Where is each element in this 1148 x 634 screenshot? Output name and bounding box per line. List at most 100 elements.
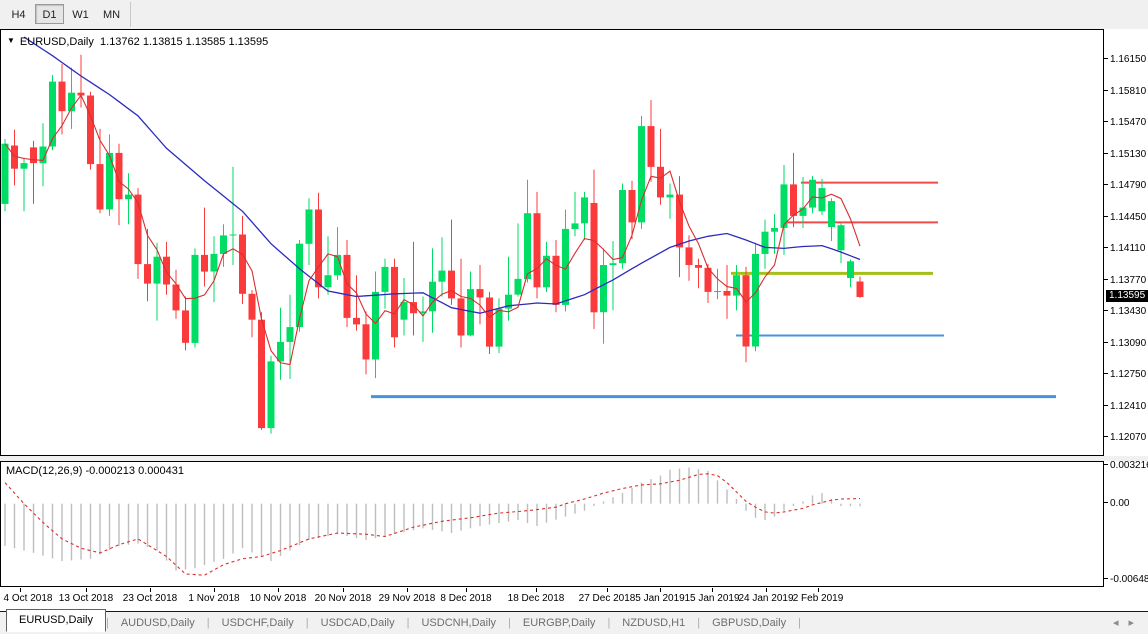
candle xyxy=(353,318,360,325)
timeframe-button-d1[interactable]: D1 xyxy=(35,4,64,24)
price-axis-label: 1.15130 xyxy=(1104,149,1146,160)
date-tick xyxy=(86,588,87,592)
date-tick xyxy=(214,588,215,592)
chart-title: ▼EURUSD,Daily 1.13762 1.13815 1.13585 1.… xyxy=(7,36,268,48)
symbol-dropdown-icon[interactable]: ▼ xyxy=(7,36,15,45)
candle xyxy=(154,257,161,284)
timeframe-toolbar: H4D1W1MN xyxy=(0,0,1148,30)
candle xyxy=(857,282,864,298)
candle xyxy=(182,310,189,342)
candle xyxy=(477,289,484,297)
candle xyxy=(144,264,151,284)
candle xyxy=(439,271,446,282)
candle xyxy=(724,291,731,296)
date-tick xyxy=(466,588,467,592)
candle xyxy=(496,309,503,347)
candle xyxy=(657,167,664,198)
candle xyxy=(249,294,256,320)
chart-tab-usdcnh[interactable]: USDCNH,Daily xyxy=(409,614,508,633)
current-price-tag: 1.13595 xyxy=(1106,290,1148,302)
date-tick xyxy=(766,588,767,592)
terminal-window: H4D1W1MN ▼EURUSD,Daily 1.13762 1.13815 1… xyxy=(0,0,1148,634)
candle xyxy=(610,263,617,265)
chart-tab-nzdusd[interactable]: NZDUSD,H1 xyxy=(610,614,697,633)
candle xyxy=(667,195,674,198)
candle xyxy=(220,235,227,254)
chart-tab-audusd[interactable]: AUDUSD,Daily xyxy=(109,614,207,633)
candle xyxy=(277,342,284,362)
date-tick xyxy=(150,588,151,592)
macd-canvas[interactable] xyxy=(1,462,1103,586)
price-chart-canvas[interactable] xyxy=(1,30,1103,455)
price-axis-label: 1.13430 xyxy=(1104,306,1146,317)
candlestick-series xyxy=(2,55,864,434)
price-axis-label: 1.13090 xyxy=(1104,338,1146,349)
macd-panel[interactable]: MACD(12,26,9) -0.000213 0.000431 xyxy=(0,461,1104,587)
price-axis-label: 1.12410 xyxy=(1104,401,1146,412)
date-axis-label: 29 Nov 2018 xyxy=(379,593,436,604)
timeframe-button-w1[interactable]: W1 xyxy=(66,4,95,24)
candle xyxy=(838,225,845,250)
candle xyxy=(296,244,303,327)
date-axis[interactable]: 4 Oct 201813 Oct 201823 Oct 20181 Nov 20… xyxy=(0,588,1148,611)
candle xyxy=(49,82,56,147)
candle xyxy=(315,210,322,288)
tab-scroll-left-icon[interactable]: ◂ xyxy=(1113,617,1129,629)
candle xyxy=(97,164,104,209)
date-tick xyxy=(278,588,279,592)
timeframe-button-h4[interactable]: H4 xyxy=(4,4,33,24)
tab-separator: | xyxy=(798,617,801,629)
candle xyxy=(448,271,455,299)
date-axis-label: 20 Nov 2018 xyxy=(315,593,372,604)
candle xyxy=(524,213,531,279)
candle xyxy=(809,180,816,208)
candle xyxy=(325,275,332,287)
candle xyxy=(790,184,797,216)
macd-label: MACD(12,26,9) -0.000213 0.000431 xyxy=(6,465,184,477)
candle xyxy=(819,188,826,211)
chart-tab-gbpusd[interactable]: GBPUSD,Daily xyxy=(700,614,798,633)
chart-tab-usdcad[interactable]: USDCAD,Daily xyxy=(309,614,407,633)
candle xyxy=(686,247,693,265)
date-axis-label: 18 Dec 2018 xyxy=(508,593,565,604)
candle xyxy=(268,361,275,428)
date-axis-label: 10 Nov 2018 xyxy=(250,593,307,604)
price-axis[interactable]: 1.161501.158101.154701.151301.147901.144… xyxy=(1104,29,1148,456)
candle xyxy=(30,147,37,163)
candle xyxy=(372,292,379,360)
date-tick xyxy=(660,588,661,592)
candle xyxy=(382,267,389,292)
price-axis-label: 1.14450 xyxy=(1104,212,1146,223)
candle xyxy=(600,265,607,312)
chart-tab-eurusd[interactable]: EURUSD,Daily xyxy=(6,609,106,632)
date-axis-label: 1 Nov 2018 xyxy=(188,593,239,604)
candle xyxy=(629,190,636,222)
price-chart-panel[interactable]: ▼EURUSD,Daily 1.13762 1.13815 1.13585 1.… xyxy=(0,29,1104,456)
chart-tab-eurgbp[interactable]: EURGBP,Daily xyxy=(511,614,608,633)
date-axis-label: 13 Oct 2018 xyxy=(59,593,113,604)
price-axis-label: 1.13770 xyxy=(1104,275,1146,286)
candle xyxy=(306,210,313,244)
date-tick xyxy=(407,588,408,592)
candle xyxy=(562,229,569,305)
candle xyxy=(486,298,493,347)
date-tick xyxy=(607,588,608,592)
candle xyxy=(771,228,778,232)
date-axis-label: 2 Feb 2019 xyxy=(793,593,844,604)
price-axis-label: 1.14110 xyxy=(1104,243,1145,254)
price-axis-label: 1.15810 xyxy=(1104,86,1146,97)
chart-tab-usdchf[interactable]: USDCHF,Daily xyxy=(210,614,306,633)
candle xyxy=(695,265,702,268)
timeframe-button-mn[interactable]: MN xyxy=(97,4,126,24)
candle xyxy=(534,213,541,287)
tab-scroll-right-icon[interactable]: ▸ xyxy=(1128,617,1144,629)
date-tick xyxy=(712,588,713,592)
candle xyxy=(714,291,721,292)
candle xyxy=(201,255,208,272)
candle xyxy=(581,197,588,223)
chart-title-symbol: EURUSD,Daily xyxy=(20,36,94,48)
date-axis-label: 27 Dec 2018 xyxy=(579,593,636,604)
macd-axis-label: 0.003216 xyxy=(1104,460,1148,471)
date-axis-label: 8 Dec 2018 xyxy=(440,593,491,604)
toolbar-separator xyxy=(130,2,131,27)
